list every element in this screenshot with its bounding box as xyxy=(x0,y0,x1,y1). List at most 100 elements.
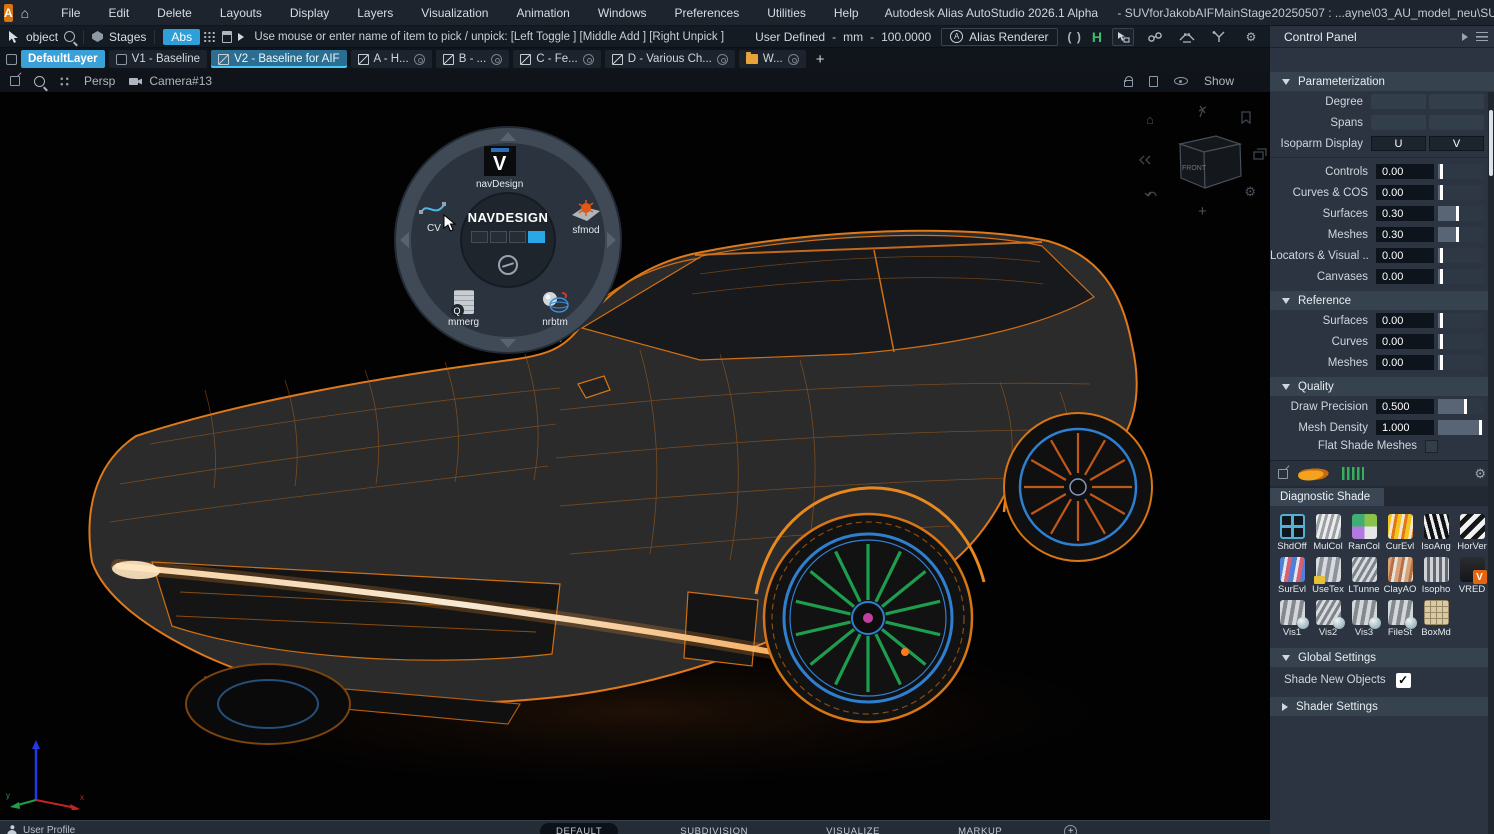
magnifier-badge-icon[interactable] xyxy=(788,54,799,65)
popout-icon[interactable] xyxy=(1278,469,1288,479)
curves-cos-value-field[interactable]: 0.00 xyxy=(1376,185,1434,200)
bracket-display-icon[interactable]: ( ) xyxy=(1068,30,1082,44)
menu-file[interactable]: File xyxy=(47,6,94,20)
shader-boxmd[interactable]: BoxMd xyxy=(1418,600,1454,638)
menu-edit[interactable]: Edit xyxy=(94,6,143,20)
shelf-tab-visualize[interactable]: VISUALIZE xyxy=(810,823,896,834)
user-profile-button[interactable]: User Profile xyxy=(6,824,75,834)
layer-tab-b[interactable]: B - ... xyxy=(436,50,509,68)
search-icon[interactable] xyxy=(64,31,75,42)
layers-stack-icon[interactable] xyxy=(1254,149,1266,159)
surfaces-value-field[interactable]: 0.30 xyxy=(1376,206,1434,221)
shade-settings-gear-icon[interactable]: ⚙ xyxy=(1474,466,1486,482)
shader-curevl[interactable]: CurEvl xyxy=(1382,514,1418,552)
marking-item-navdesign[interactable]: V navDesign xyxy=(476,146,523,190)
link-icon[interactable] xyxy=(1144,28,1166,46)
menu-windows[interactable]: Windows xyxy=(584,6,661,20)
menu-page-indicator[interactable] xyxy=(471,231,545,243)
home-icon[interactable]: ⌂ xyxy=(21,5,29,21)
section-global-settings[interactable]: Global Settings xyxy=(1270,648,1494,667)
stages-button[interactable]: Stages xyxy=(109,30,146,44)
menu-help[interactable]: Help xyxy=(820,6,873,20)
magnifier-badge-icon[interactable] xyxy=(414,54,425,65)
marking-item-nrbtm[interactable]: nrbtm xyxy=(540,290,570,328)
section-shader-settings[interactable]: Shader Settings xyxy=(1270,697,1494,716)
abs-toggle[interactable]: Abs xyxy=(163,29,200,45)
panel-menu-icon[interactable] xyxy=(1476,32,1488,41)
histogram-icon[interactable] xyxy=(1342,467,1364,480)
locators-slider[interactable] xyxy=(1438,248,1484,263)
draw-precision-value-field[interactable]: 0.500 xyxy=(1376,399,1434,414)
car-wireframe-model[interactable] xyxy=(0,92,1270,820)
marking-item-mmerg[interactable]: mmerg xyxy=(448,290,479,328)
shader-clayao[interactable]: ClayAO xyxy=(1382,557,1418,595)
viewport-search-icon[interactable] xyxy=(34,76,45,87)
add-shelf-button[interactable]: + xyxy=(1064,825,1077,834)
undo-icon[interactable] xyxy=(1145,192,1156,196)
degree-v-field[interactable] xyxy=(1429,94,1484,109)
shader-isoang[interactable]: IsoAng xyxy=(1418,514,1454,552)
menu-visualization[interactable]: Visualization xyxy=(407,6,502,20)
visibility-icon[interactable] xyxy=(1174,77,1188,85)
pick-object-label[interactable]: object xyxy=(26,30,58,44)
shader-ltunne[interactable]: LTunne xyxy=(1346,557,1382,595)
grid-layout-icon[interactable] xyxy=(203,31,216,43)
isoparm-v-button[interactable]: V xyxy=(1429,136,1484,151)
layer-checkbox-icon[interactable] xyxy=(6,54,17,65)
shader-vis1[interactable]: Vis1 xyxy=(1274,600,1310,638)
shader-vis3[interactable]: Vis3 xyxy=(1346,600,1382,638)
panel-layout-icon[interactable] xyxy=(222,31,232,43)
shader-surevl[interactable]: SurEvl xyxy=(1274,557,1310,595)
menu-animation[interactable]: Animation xyxy=(502,6,583,20)
previous-views-icon[interactable] xyxy=(1140,156,1150,164)
shader-filest[interactable]: FileSt xyxy=(1382,600,1418,638)
controls-value-field[interactable]: 0.00 xyxy=(1376,164,1434,179)
layer-tab-v1-baseline[interactable]: V1 - Baseline xyxy=(109,50,207,68)
section-parameterization[interactable]: Parameterization xyxy=(1270,72,1494,91)
shader-shdoff[interactable]: ShdOff xyxy=(1274,514,1310,552)
spans-u-field[interactable] xyxy=(1371,115,1426,130)
shade-new-objects-checkbox[interactable]: ✓ xyxy=(1396,673,1411,688)
paint-swoosh-icon[interactable] xyxy=(1297,465,1332,483)
units-readout[interactable]: User Defined - mm - 100.0000 xyxy=(755,30,931,44)
canvases-value-field[interactable]: 0.00 xyxy=(1376,269,1434,284)
isoparm-u-button[interactable]: U xyxy=(1371,136,1426,151)
meshes-slider[interactable] xyxy=(1438,227,1484,242)
renderer-selector[interactable]: A Alias Renderer xyxy=(941,28,1057,46)
panel-scrollbar[interactable] xyxy=(1488,92,1494,834)
nav-up-arrow-icon[interactable] xyxy=(500,132,516,141)
layer-tab-v2-baseline-for-aif[interactable]: V2 - Baseline for AIF xyxy=(211,50,346,68)
draw-precision-slider[interactable] xyxy=(1438,399,1484,414)
ref-curves-value-field[interactable]: 0.00 xyxy=(1376,334,1434,349)
layer-tab-defaultlayer[interactable]: DefaultLayer xyxy=(21,50,105,68)
transform-arrows-icon[interactable] xyxy=(1176,28,1198,46)
viewcube-add-icon[interactable]: + xyxy=(1198,203,1207,220)
shader-isopho[interactable]: Isopho xyxy=(1418,557,1454,595)
view-cube-widget[interactable]: FRONT ⌂ ⚙ + xyxy=(1138,100,1270,222)
mesh-density-value-field[interactable]: 1.000 xyxy=(1376,420,1434,435)
menu-delete[interactable]: Delete xyxy=(143,6,206,20)
shader-vred[interactable]: VRED xyxy=(1454,557,1490,595)
menu-preferences[interactable]: Preferences xyxy=(661,6,754,20)
shader-mulcol[interactable]: MulCol xyxy=(1310,514,1346,552)
add-layer-button[interactable]: + xyxy=(810,51,831,68)
shader-rancol[interactable]: RanCol xyxy=(1346,514,1382,552)
menu-layouts[interactable]: Layouts xyxy=(206,6,276,20)
degree-u-field[interactable] xyxy=(1371,94,1426,109)
ref-curves-slider[interactable] xyxy=(1438,334,1484,349)
viewcube-home-icon[interactable]: ⌂ xyxy=(1146,112,1154,127)
ref-meshes-slider[interactable] xyxy=(1438,355,1484,370)
popout-icon[interactable] xyxy=(10,76,20,86)
menu-utilities[interactable]: Utilities xyxy=(753,6,820,20)
marking-menu[interactable]: V navDesign CV sfmod mmerg xyxy=(396,128,620,352)
mesh-density-slider[interactable] xyxy=(1438,420,1484,435)
shader-horver[interactable]: HorVer xyxy=(1454,514,1490,552)
viewport-grid-icon[interactable] xyxy=(59,76,70,87)
shelf-tab-markup[interactable]: MARKUP xyxy=(942,823,1018,834)
menu-layers[interactable]: Layers xyxy=(343,6,407,20)
settings-gear-icon[interactable]: ⚙ xyxy=(1240,28,1262,46)
shader-vis2[interactable]: Vis2 xyxy=(1310,600,1346,638)
ref-surfaces-value-field[interactable]: 0.00 xyxy=(1376,313,1434,328)
branch-icon[interactable] xyxy=(1208,28,1230,46)
magnifier-badge-icon[interactable] xyxy=(717,54,728,65)
